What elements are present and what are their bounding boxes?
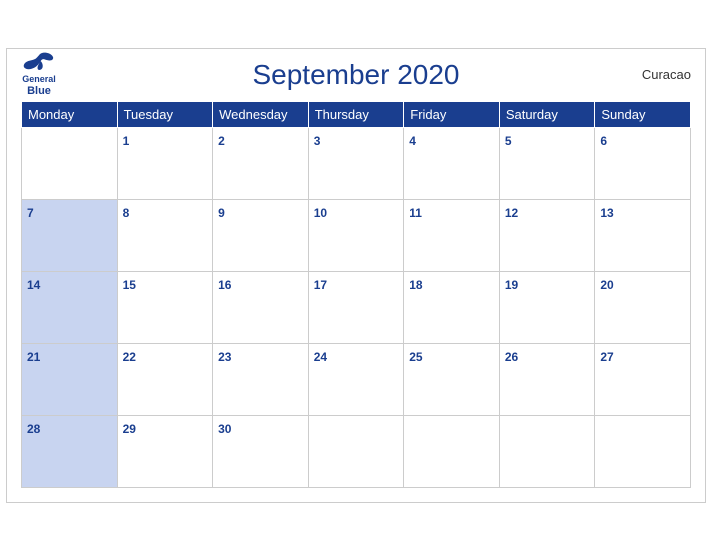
weekday-header-friday: Friday xyxy=(404,101,500,127)
day-number: 1 xyxy=(123,134,130,148)
calendar-cell: 18 xyxy=(404,271,500,343)
day-number: 3 xyxy=(314,134,321,148)
calendar-cell: 7 xyxy=(22,199,118,271)
calendar-grid: MondayTuesdayWednesdayThursdayFridaySatu… xyxy=(21,101,691,488)
weekday-header-sunday: Sunday xyxy=(595,101,691,127)
day-number: 17 xyxy=(314,278,327,292)
week-row-4: 21 22 23 24 25 26 27 xyxy=(22,343,691,415)
day-number: 21 xyxy=(27,350,40,364)
day-number: 9 xyxy=(218,206,225,220)
calendar-cell: 1 xyxy=(117,127,213,199)
day-number: 7 xyxy=(27,206,34,220)
day-number: 16 xyxy=(218,278,231,292)
day-number: 6 xyxy=(600,134,607,148)
calendar-cell xyxy=(22,127,118,199)
logo-blue-text: Blue xyxy=(27,85,51,98)
calendar-cell: 25 xyxy=(404,343,500,415)
day-number: 27 xyxy=(600,350,613,364)
calendar-cell: 12 xyxy=(499,199,595,271)
day-number: 26 xyxy=(505,350,518,364)
calendar-cell: 29 xyxy=(117,415,213,487)
weekday-header-tuesday: Tuesday xyxy=(117,101,213,127)
week-row-1: 1 2 3 4 5 6 xyxy=(22,127,691,199)
calendar-cell: 22 xyxy=(117,343,213,415)
week-row-3: 14 15 16 17 18 19 20 xyxy=(22,271,691,343)
calendar-cell: 8 xyxy=(117,199,213,271)
calendar-cell: 20 xyxy=(595,271,691,343)
calendar-cell: 16 xyxy=(213,271,309,343)
week-row-5: 28 29 30 xyxy=(22,415,691,487)
calendar-cell: 26 xyxy=(499,343,595,415)
logo-icon xyxy=(21,51,57,73)
day-number: 23 xyxy=(218,350,231,364)
day-number: 2 xyxy=(218,134,225,148)
day-number: 22 xyxy=(123,350,136,364)
day-number: 11 xyxy=(409,206,422,220)
day-number: 10 xyxy=(314,206,327,220)
calendar-cell: 30 xyxy=(213,415,309,487)
calendar-cell: 4 xyxy=(404,127,500,199)
day-number: 25 xyxy=(409,350,422,364)
calendar-cell: 6 xyxy=(595,127,691,199)
day-number: 24 xyxy=(314,350,327,364)
day-number: 19 xyxy=(505,278,518,292)
calendar-cell: 24 xyxy=(308,343,404,415)
day-number: 18 xyxy=(409,278,422,292)
calendar-cell: 27 xyxy=(595,343,691,415)
calendar-header: General Blue September 2020 Curacao xyxy=(21,59,691,91)
calendar-cell xyxy=(308,415,404,487)
calendar-cell xyxy=(404,415,500,487)
calendar-cell: 2 xyxy=(213,127,309,199)
calendar-wrapper: General Blue September 2020 Curacao Mond… xyxy=(6,48,706,503)
day-number: 28 xyxy=(27,422,40,436)
day-number: 30 xyxy=(218,422,231,436)
weekday-header-monday: Monday xyxy=(22,101,118,127)
calendar-cell xyxy=(499,415,595,487)
calendar-cell: 13 xyxy=(595,199,691,271)
day-number: 8 xyxy=(123,206,130,220)
calendar-title: September 2020 xyxy=(252,59,459,91)
calendar-cell: 28 xyxy=(22,415,118,487)
calendar-cell: 23 xyxy=(213,343,309,415)
calendar-cell: 14 xyxy=(22,271,118,343)
region-label: Curacao xyxy=(642,67,691,82)
calendar-cell: 9 xyxy=(213,199,309,271)
calendar-cell: 3 xyxy=(308,127,404,199)
calendar-cell: 19 xyxy=(499,271,595,343)
calendar-cell: 21 xyxy=(22,343,118,415)
calendar-cell: 11 xyxy=(404,199,500,271)
day-number: 13 xyxy=(600,206,613,220)
day-number: 20 xyxy=(600,278,613,292)
calendar-cell: 5 xyxy=(499,127,595,199)
logo: General Blue xyxy=(21,51,57,98)
week-row-2: 7 8 9 10 11 12 13 xyxy=(22,199,691,271)
day-number: 29 xyxy=(123,422,136,436)
calendar-cell xyxy=(595,415,691,487)
weekday-header-thursday: Thursday xyxy=(308,101,404,127)
weekday-header-wednesday: Wednesday xyxy=(213,101,309,127)
day-number: 15 xyxy=(123,278,136,292)
day-number: 12 xyxy=(505,206,518,220)
logo-general-text: General xyxy=(22,74,56,85)
calendar-cell: 10 xyxy=(308,199,404,271)
weekday-header-row: MondayTuesdayWednesdayThursdayFridaySatu… xyxy=(22,101,691,127)
day-number: 14 xyxy=(27,278,40,292)
day-number: 5 xyxy=(505,134,512,148)
calendar-cell: 17 xyxy=(308,271,404,343)
day-number: 4 xyxy=(409,134,416,148)
calendar-cell: 15 xyxy=(117,271,213,343)
weekday-header-saturday: Saturday xyxy=(499,101,595,127)
